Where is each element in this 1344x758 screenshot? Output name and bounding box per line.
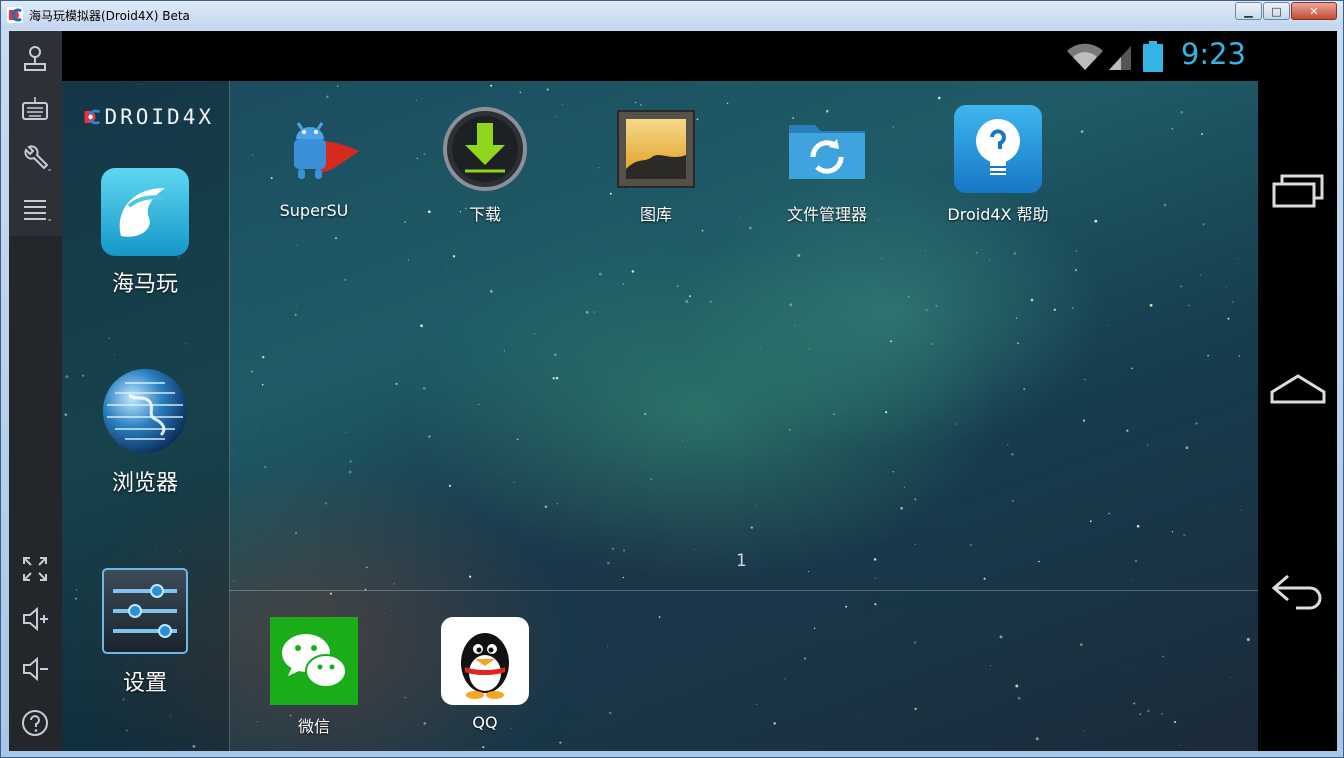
app-droid4x-help[interactable]: Droid4X 帮助 xyxy=(928,103,1068,225)
side-app-panel: DROID4X 海马玩 浏览器 设置 xyxy=(62,81,230,751)
droid4x-logo-icon xyxy=(84,109,101,125)
folder-sync-icon xyxy=(781,103,873,195)
app-wechat[interactable]: 微信 xyxy=(244,615,384,737)
android-status-bar: 9:23 xyxy=(62,31,1258,81)
page-indicator: 1 xyxy=(736,551,747,571)
droid4x-app-icon xyxy=(7,7,23,23)
app-browser[interactable]: 浏览器 xyxy=(75,365,215,497)
status-clock: 9:23 xyxy=(1180,37,1246,71)
keyboard-icon xyxy=(22,97,48,120)
browser-globe-icon xyxy=(99,365,191,457)
wechat-icon xyxy=(268,615,360,707)
app-label: 设置 xyxy=(122,671,167,696)
volume-down-icon xyxy=(23,656,48,682)
chevron-down-icon: ⌄ xyxy=(46,164,53,173)
app-label: 微信 xyxy=(297,717,330,736)
app-settings[interactable]: 设置 xyxy=(75,565,215,697)
gallery-icon xyxy=(610,103,702,195)
haimawan-icon xyxy=(99,166,191,258)
dock-divider xyxy=(229,590,1258,591)
app-qq[interactable]: QQ xyxy=(415,615,555,732)
battery-icon xyxy=(1143,41,1163,72)
droid4x-logo: DROID4X xyxy=(84,103,214,131)
app-download[interactable]: 下载 xyxy=(415,103,555,225)
app-label: 海马玩 xyxy=(111,272,178,297)
keyboard-button[interactable] xyxy=(15,89,55,129)
android-home-screen[interactable]: DROID4X 海马玩 浏览器 设置 SuperSU 下载 图库 文件管理器 D… xyxy=(62,81,1258,751)
minimize-button[interactable]: ▁ xyxy=(1235,2,1262,20)
chevron-down-icon: ⌄ xyxy=(46,214,53,223)
app-file-manager[interactable]: 文件管理器 xyxy=(757,103,897,225)
download-icon xyxy=(439,103,531,195)
menu-button[interactable]: ⌄ xyxy=(15,189,55,229)
volume-up-icon xyxy=(23,606,48,632)
app-label: Droid4X 帮助 xyxy=(947,205,1049,224)
joystick-button[interactable] xyxy=(15,39,55,79)
qq-penguin-icon xyxy=(439,615,531,707)
app-label: 图库 xyxy=(639,205,672,224)
close-button[interactable]: ✕ xyxy=(1291,2,1337,20)
fullscreen-button[interactable] xyxy=(15,549,55,589)
app-label: SuperSU xyxy=(279,201,349,220)
left-toolbar: ⌄ ⌄ xyxy=(9,31,62,751)
fullscreen-icon xyxy=(23,557,47,581)
app-label: 文件管理器 xyxy=(786,205,867,224)
logo-text: DROID4X xyxy=(104,105,214,129)
volume-up-button[interactable] xyxy=(15,599,55,639)
app-label: 浏览器 xyxy=(111,471,178,496)
title-bar[interactable]: 海马玩模拟器(Droid4X) Beta ▁ □ ✕ xyxy=(1,1,1343,29)
volume-down-button[interactable] xyxy=(15,649,55,689)
supersu-icon xyxy=(268,103,360,195)
help-icon xyxy=(22,710,48,736)
app-label: 下载 xyxy=(468,205,501,224)
home-icon[interactable] xyxy=(1266,366,1330,416)
recent-apps-icon[interactable] xyxy=(1266,166,1330,216)
android-nav-bar xyxy=(1258,31,1337,751)
wifi-icon xyxy=(1067,43,1103,70)
window-controls: ▁ □ ✕ xyxy=(1234,2,1337,21)
emulator-client: ⌄ ⌄ 9:23 DROID4X 海马玩 浏览器 设置 SuperSU 下载 图… xyxy=(9,31,1337,751)
app-gallery[interactable]: 图库 xyxy=(586,103,726,225)
back-icon[interactable] xyxy=(1266,566,1330,616)
joystick-icon xyxy=(24,46,46,71)
window-title: 海马玩模拟器(Droid4X) Beta xyxy=(29,9,190,23)
emulator-window: 海马玩模拟器(Droid4X) Beta ▁ □ ✕ ⌄ ⌄ 9:23 DROI… xyxy=(0,0,1344,758)
tools-button[interactable]: ⌄ xyxy=(15,139,55,179)
settings-sliders-icon xyxy=(99,565,191,657)
help-bulb-icon xyxy=(952,103,1044,195)
help-button[interactable] xyxy=(15,703,55,743)
signal-icon xyxy=(1109,46,1131,70)
app-supersu[interactable]: SuperSU xyxy=(244,103,384,220)
app-haimawan[interactable]: 海马玩 xyxy=(75,166,215,298)
app-label: QQ xyxy=(472,713,498,732)
maximize-button[interactable]: □ xyxy=(1263,2,1290,20)
